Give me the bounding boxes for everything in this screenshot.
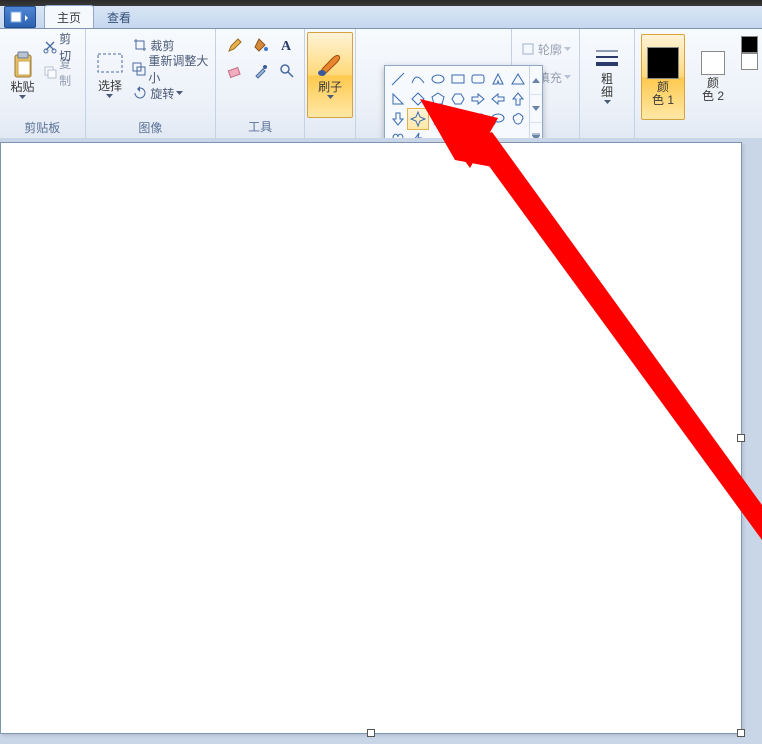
shape-round-rect[interactable] xyxy=(467,68,489,90)
group-tools: A 工具 xyxy=(216,29,305,138)
text-tool[interactable]: A xyxy=(274,32,300,58)
shape-callout-oval[interactable] xyxy=(487,108,509,130)
shape-arrow-down[interactable] xyxy=(387,108,409,130)
drawing-canvas[interactable] xyxy=(0,142,742,734)
shape-arrow-left[interactable] xyxy=(487,88,509,110)
shape-arrow-right[interactable] xyxy=(467,88,489,110)
brush-icon xyxy=(315,51,345,79)
ribbon: 粘贴 剪切 复制 剪贴板 选择 xyxy=(0,29,762,140)
shape-5point-star[interactable] xyxy=(427,108,449,130)
brush-label: 刷子 xyxy=(318,81,342,94)
resize-handle-corner[interactable] xyxy=(737,729,745,737)
chevron-down-icon xyxy=(564,47,571,51)
scroll-down-icon[interactable] xyxy=(530,95,542,124)
group-clipboard: 粘贴 剪切 复制 剪贴板 xyxy=(0,29,86,138)
scissors-icon xyxy=(43,39,57,55)
group-brush: 刷子 xyxy=(305,29,356,138)
tab-home[interactable]: 主页 xyxy=(44,5,94,28)
magnifier-tool[interactable] xyxy=(274,58,300,84)
copy-icon xyxy=(43,64,57,80)
chevron-down-icon xyxy=(604,100,611,104)
rotate-button[interactable]: 旋转 xyxy=(132,82,209,104)
thickness-button[interactable]: 粗细 xyxy=(586,32,628,118)
canvas-workspace xyxy=(0,138,762,744)
clipboard-icon xyxy=(11,51,35,79)
shape-triangle[interactable] xyxy=(507,68,529,90)
chevron-down-icon xyxy=(176,91,183,95)
resize-icon xyxy=(132,61,146,77)
resize-handle-right[interactable] xyxy=(737,434,745,442)
shape-4point-star[interactable] xyxy=(407,108,429,130)
shape-callout-cloud[interactable] xyxy=(507,108,529,130)
pencil-tool[interactable] xyxy=(222,32,248,58)
resize-handle-bottom[interactable] xyxy=(367,729,375,737)
app-menu-button[interactable] xyxy=(4,6,36,28)
shape-pentagon[interactable] xyxy=(427,88,449,110)
resize-button[interactable]: 重新调整大小 xyxy=(132,58,209,80)
color1-swatch xyxy=(647,47,679,79)
shape-oval[interactable] xyxy=(427,68,449,90)
crop-icon xyxy=(132,37,148,53)
shape-polygon[interactable] xyxy=(487,68,509,90)
outline-button[interactable]: 轮廓 xyxy=(520,38,571,60)
copy-button[interactable]: 复制 xyxy=(43,61,79,83)
shape-line[interactable] xyxy=(387,68,409,90)
shape-callout-rounded[interactable] xyxy=(467,108,489,130)
scroll-up-icon[interactable] xyxy=(530,66,542,95)
color2-button[interactable]: 颜色 2 xyxy=(691,34,735,120)
select-label: 选择 xyxy=(98,80,122,93)
outline-icon xyxy=(520,41,536,57)
brush-button[interactable]: 刷子 xyxy=(307,32,353,118)
paste-label: 粘贴 xyxy=(11,81,35,94)
selection-icon xyxy=(96,52,124,78)
rotate-icon xyxy=(132,85,148,101)
shape-curve[interactable] xyxy=(407,68,429,90)
shape-rect[interactable] xyxy=(447,68,469,90)
fill-tool[interactable] xyxy=(248,32,274,58)
chevron-down-icon xyxy=(106,94,113,98)
palette-white[interactable] xyxy=(741,53,758,70)
group-image: 选择 裁剪 重新调整大小 旋转 图像 xyxy=(86,29,217,138)
group-thickness: 粗细 xyxy=(580,29,635,138)
color2-label: 颜色 2 xyxy=(702,77,724,103)
group-label-clipboard: 剪贴板 xyxy=(24,118,60,137)
thickness-label: 粗细 xyxy=(601,73,613,99)
picker-tool[interactable] xyxy=(248,58,274,84)
tab-view[interactable]: 查看 xyxy=(94,5,144,28)
shape-diamond[interactable] xyxy=(407,88,429,110)
shape-hexagon[interactable] xyxy=(447,88,469,110)
chevron-down-icon xyxy=(564,75,571,79)
svg-text:A: A xyxy=(281,39,292,53)
color2-swatch xyxy=(701,51,725,75)
chevron-down-icon xyxy=(327,95,334,99)
shape-arrow-up[interactable] xyxy=(507,88,529,110)
shape-6point-star[interactable] xyxy=(447,108,469,130)
group-label-image: 图像 xyxy=(138,118,162,137)
paste-button[interactable]: 粘贴 xyxy=(6,32,39,118)
color1-button[interactable]: 颜色 1 xyxy=(641,34,685,120)
shape-right-triangle[interactable] xyxy=(387,88,409,110)
eraser-tool[interactable] xyxy=(222,58,248,84)
quick-access-bar: 主页 查看 xyxy=(0,6,762,29)
select-button[interactable]: 选择 xyxy=(92,32,129,118)
thickness-icon xyxy=(594,47,620,71)
palette-black[interactable] xyxy=(741,36,758,53)
chevron-down-icon xyxy=(19,95,26,99)
group-colors: 颜色 1 颜色 2 xyxy=(635,29,762,138)
group-label-tools: 工具 xyxy=(248,117,272,136)
color1-label: 颜色 1 xyxy=(652,81,674,107)
tool-grid: A xyxy=(222,32,298,82)
ribbon-tabs: 主页 查看 xyxy=(44,6,144,28)
